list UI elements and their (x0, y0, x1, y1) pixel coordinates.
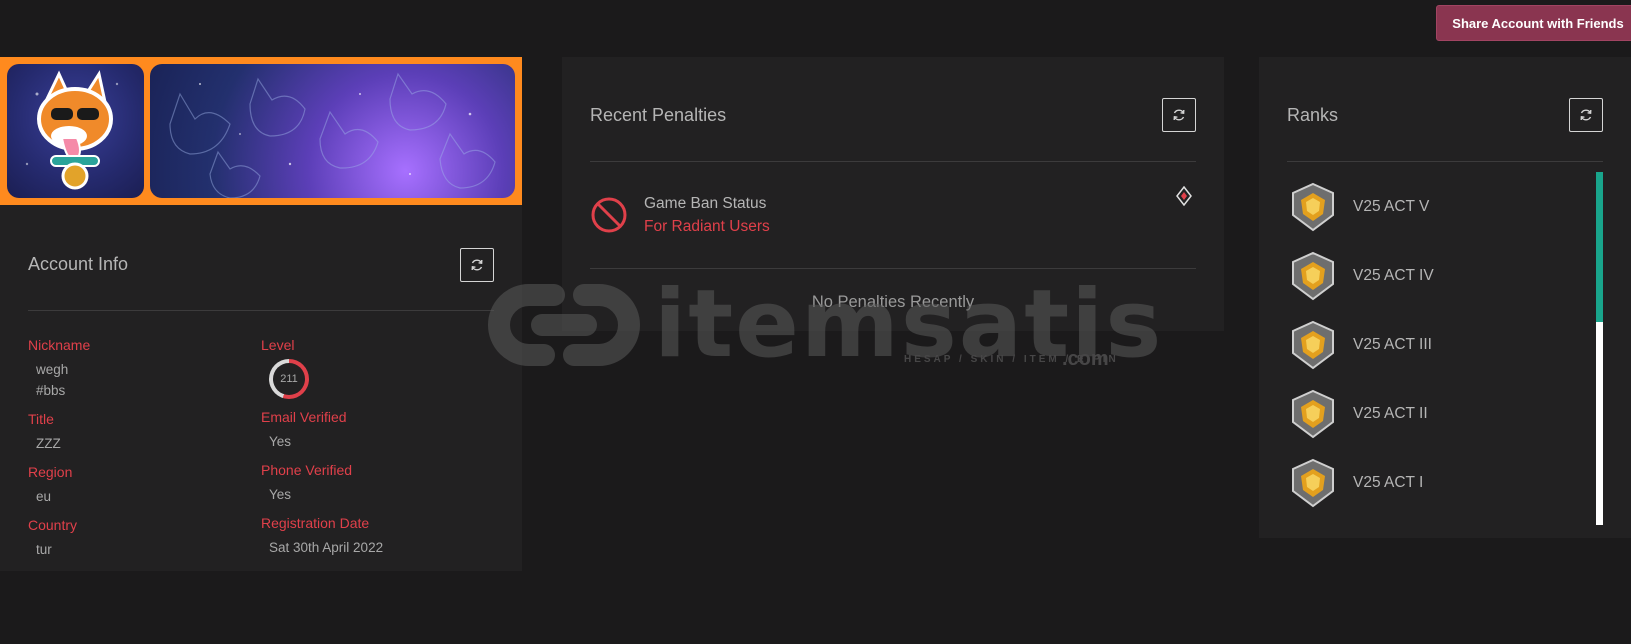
account-info-title: Account Info (28, 254, 129, 274)
region-value: eu (36, 489, 52, 504)
account-info-left-column: Nickname wegh #bbs Title ZZZ Region eu C… (28, 337, 261, 570)
account-info-refresh-button[interactable] (460, 247, 494, 282)
rank-name: V25 ACT V (1353, 197, 1430, 215)
email-verified-value: Yes (269, 434, 292, 449)
game-ban-status-row: Game Ban Status For Radiant Users (590, 162, 1196, 269)
nickname-value: wegh (36, 362, 69, 377)
registration-date-label: Registration Date (261, 515, 370, 531)
rank-item: V25 ACT III (1287, 310, 1603, 379)
registration-date-field: Registration Date Sat 30th April 2022 (261, 515, 494, 558)
rank-name: V25 ACT II (1353, 404, 1428, 422)
title-field: Title ZZZ (28, 411, 261, 454)
nickname-label: Nickname (28, 337, 91, 353)
account-info-panel: Account Info Nickname wegh #bbs Title ZZ… (0, 205, 522, 571)
game-ban-status-title: Game Ban Status (644, 194, 767, 212)
region-field: Region eu (28, 464, 261, 507)
rank-name: V25 ACT IV (1353, 266, 1434, 284)
rank-item: V25 ACT IV (1287, 241, 1603, 310)
rank-name: V25 ACT III (1353, 335, 1432, 353)
watermark-suffix: .com (1062, 348, 1109, 370)
ranks-header: Ranks (1287, 83, 1603, 162)
recent-penalties-panel: Recent Penalties Game Ban Status For Rad… (562, 57, 1224, 331)
level-ring: 211 (269, 359, 309, 399)
penalties-title: Recent Penalties (590, 104, 727, 125)
rank-item-partial (1287, 517, 1603, 525)
ranks-title: Ranks (1287, 104, 1339, 125)
account-info-header: Account Info (28, 233, 494, 311)
player-card-banner (0, 57, 522, 205)
gold-rank-icon (1292, 320, 1334, 369)
phone-verified-label: Phone Verified (261, 462, 353, 478)
phone-verified-field: Phone Verified Yes (261, 462, 494, 505)
title-label: Title (28, 411, 54, 427)
game-ban-status-subtitle: For Radiant Users (644, 217, 770, 235)
player-card-wide-art (150, 64, 515, 198)
country-value: tur (36, 542, 52, 557)
phone-verified-value: Yes (269, 487, 292, 502)
radiant-rank-icon (1176, 186, 1192, 206)
rank-item: V25 ACT I (1287, 448, 1603, 517)
level-value: 211 (273, 363, 305, 395)
level-field: Level 211 (261, 337, 494, 399)
ranks-panel: Ranks V25 ACT V V25 ACT IV V25 ACT III V… (1259, 57, 1631, 538)
email-verified-field: Email Verified Yes (261, 409, 494, 452)
penalties-refresh-button[interactable] (1162, 98, 1196, 132)
watermark-tagline: HESAP / SKIN / ITEM / E-PIN (904, 354, 1119, 365)
share-account-button[interactable]: Share Account with Friends (1436, 5, 1631, 41)
penalties-header: Recent Penalties (590, 83, 1196, 162)
gold-rank-icon (1292, 389, 1334, 438)
title-value: ZZZ (36, 436, 61, 451)
ranks-scrollbar[interactable] (1596, 172, 1603, 525)
region-label: Region (28, 464, 73, 480)
country-field: Country tur (28, 517, 261, 560)
refresh-icon (1173, 109, 1185, 121)
rank-item: V25 ACT V (1287, 172, 1603, 241)
player-card-avatar (7, 64, 144, 198)
rank-name: V25 ACT I (1353, 473, 1424, 491)
gold-rank-icon (1292, 458, 1334, 507)
refresh-icon (1580, 109, 1592, 121)
nickname-field: Nickname wegh #bbs (28, 337, 261, 401)
ranks-list[interactable]: V25 ACT V V25 ACT IV V25 ACT III V25 ACT… (1287, 172, 1603, 525)
ranks-scrollbar-thumb[interactable] (1596, 172, 1603, 322)
ban-icon (591, 197, 627, 233)
refresh-icon (471, 259, 483, 270)
nickname-tag: #bbs (36, 383, 66, 398)
no-penalties-message: No Penalties Recently (811, 293, 975, 311)
country-label: Country (28, 517, 78, 533)
gold-rank-icon (1292, 251, 1334, 300)
email-verified-label: Email Verified (261, 409, 347, 425)
registration-date-value: Sat 30th April 2022 (269, 540, 384, 555)
ranks-refresh-button[interactable] (1569, 98, 1603, 132)
gold-rank-icon (1292, 182, 1334, 231)
rank-item: V25 ACT II (1287, 379, 1603, 448)
level-label: Level (261, 337, 295, 353)
account-info-right-column: Level 211 Email Verified Yes Phone Verif… (261, 337, 494, 570)
